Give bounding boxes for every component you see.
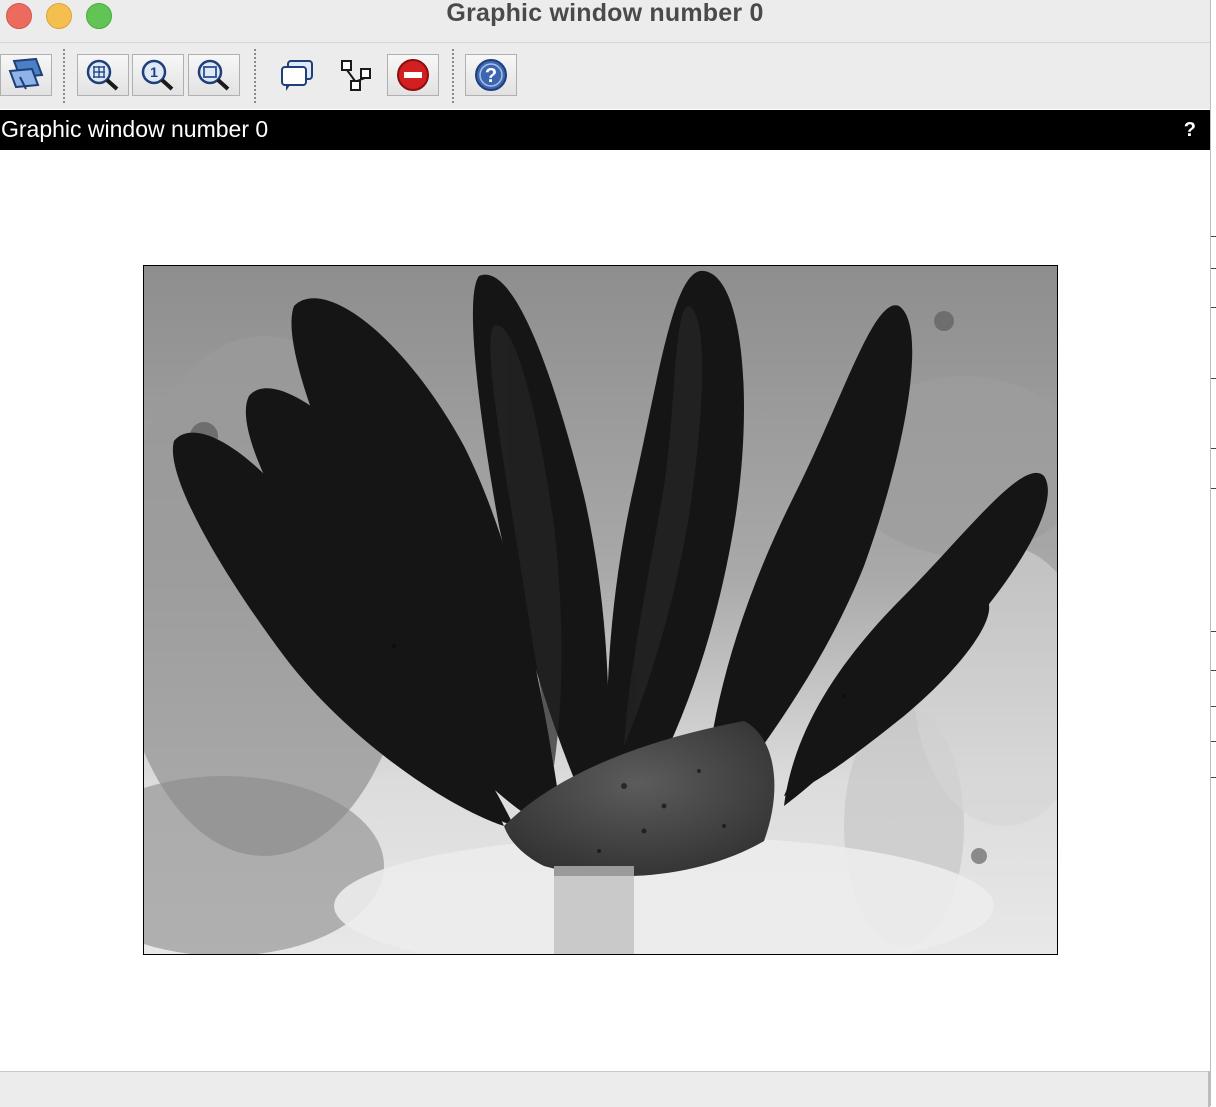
toolbar-separator [63, 49, 65, 103]
window-titlebar: Graphic window number 0 [0, 0, 1210, 43]
edge-tick [1211, 777, 1216, 778]
rotate-icon [8, 57, 44, 90]
zoom-one-button[interactable]: 1 [132, 54, 184, 96]
datatip-button[interactable] [270, 54, 322, 96]
edge-tick [1211, 488, 1216, 489]
help-icon: ? [475, 59, 507, 91]
edge-tick [1211, 670, 1216, 671]
graphic-toolbar: 1 ? [0, 43, 1210, 109]
figure-title: Graphic window number 0 [1, 116, 269, 142]
zoom-area-icon [197, 59, 230, 91]
edit-plot-button[interactable] [330, 54, 382, 96]
lotus-image [144, 266, 1057, 954]
stop-icon [397, 59, 429, 91]
toolbar-separator [254, 49, 256, 103]
datatip-icon [281, 60, 313, 91]
zoom-area-button[interactable] [188, 54, 240, 96]
edge-tick [1211, 236, 1216, 237]
zoom-one-icon: 1 [141, 59, 174, 91]
status-bar [0, 1071, 1210, 1107]
background-window-edge [1210, 0, 1216, 1106]
toolbar-separator [452, 49, 454, 103]
svg-text:?: ? [485, 65, 497, 87]
edge-tick [1211, 307, 1216, 308]
help-button[interactable]: ? [465, 54, 517, 96]
image-axes[interactable] [143, 265, 1058, 955]
edge-tick [1211, 378, 1216, 379]
edge-tick [1211, 631, 1216, 632]
edge-tick [1211, 268, 1216, 269]
edge-tick [1211, 448, 1216, 449]
plot-editor-icon [341, 60, 371, 91]
figure-help-icon[interactable]: ? [1184, 119, 1196, 142]
figure-title-bar: Graphic window number 0 ? [0, 110, 1210, 150]
edge-tick [1211, 741, 1216, 742]
zoom-grid-icon [86, 59, 119, 91]
svg-text:1: 1 [150, 64, 158, 80]
window-title: Graphic window number 0 [446, 0, 764, 27]
zoom-grid-button[interactable] [77, 54, 129, 96]
stop-button[interactable] [387, 54, 439, 96]
rotate-button[interactable] [0, 54, 52, 96]
edge-tick [1211, 706, 1216, 707]
